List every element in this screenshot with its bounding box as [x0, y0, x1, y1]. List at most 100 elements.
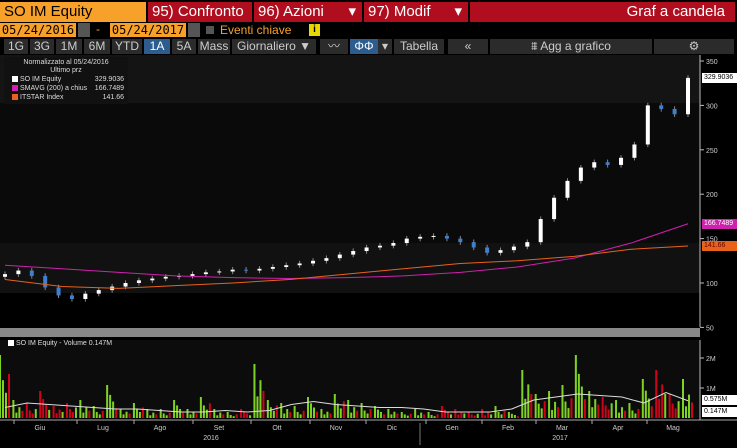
chart-legend: Normalizzato al 05/24/2016 Ultimo prz SO…	[4, 57, 128, 104]
volume-bar	[473, 415, 476, 418]
volume-bar	[497, 412, 500, 418]
legend-label: ITSTAR Index	[20, 94, 64, 101]
volume-bar	[186, 409, 189, 418]
volume-bar	[95, 412, 98, 418]
table-button[interactable]: Tabella	[394, 39, 444, 54]
volume-bar	[310, 403, 313, 418]
period-1a[interactable]: 1A	[144, 39, 170, 54]
info-icon[interactable]: i	[309, 24, 320, 36]
candle	[270, 267, 275, 269]
candle	[43, 275, 48, 288]
candle-chart-icon[interactable]: ΦΦ	[350, 39, 378, 54]
compare-menu[interactable]: 95) Confronto	[148, 2, 252, 22]
start-date-input[interactable]: 05/24/2016	[0, 23, 76, 37]
period-5a[interactable]: 5A	[172, 39, 196, 54]
volume-bar	[350, 412, 353, 418]
volume-bar	[12, 400, 15, 418]
volume-bar	[45, 404, 48, 418]
volume-bar	[446, 412, 449, 418]
volume-bar	[307, 397, 310, 418]
volume-bar	[637, 409, 640, 418]
volume-bar	[490, 414, 493, 418]
candle	[351, 251, 356, 255]
volume-bar	[42, 399, 45, 418]
legend-item-equity[interactable]: SO IM Equity 329.9036	[12, 76, 128, 84]
candle	[56, 287, 61, 296]
volume-bar	[664, 394, 667, 418]
period-6m[interactable]: 6M	[84, 39, 110, 54]
volume-bar	[289, 412, 292, 418]
volume-legend-label: SO IM Equity - Volume	[16, 340, 87, 347]
volume-bar	[551, 409, 554, 418]
edit-menu[interactable]: 97) Modif ▾	[364, 2, 468, 22]
calendar-icon[interactable]	[78, 23, 90, 37]
end-date-input[interactable]: 05/24/2017	[110, 23, 186, 37]
panel-divider[interactable]	[0, 328, 700, 337]
ticker-field[interactable]: SO IM Equity	[0, 2, 146, 22]
date-separator: -	[96, 22, 100, 36]
month-label: Apr	[613, 425, 625, 432]
actions-menu[interactable]: 96) Azioni ▾	[254, 2, 362, 22]
chart-area[interactable]: 350300250200150100502M1MGiuLugAgoSetOttN…	[0, 55, 737, 448]
legend-item-index[interactable]: ITSTAR Index 141.66	[12, 94, 128, 102]
volume-bar	[540, 408, 543, 418]
volume-bar	[548, 391, 551, 418]
period-ytd[interactable]: YTD	[112, 39, 142, 54]
candle	[485, 247, 490, 253]
month-label: Set	[214, 425, 225, 432]
volume-bar	[691, 402, 693, 418]
sma-label: 166.7489	[702, 219, 737, 229]
events-checkbox[interactable]	[206, 26, 214, 34]
volume-bar	[604, 405, 607, 418]
y-tick-label: 250	[706, 148, 718, 155]
volume-bar	[393, 411, 396, 418]
line-chart-icon[interactable]: 〰	[320, 39, 348, 54]
add-to-chart-button[interactable]: ⩩ Agg a grafico	[490, 39, 652, 54]
volume-bar	[557, 407, 560, 418]
candle	[578, 167, 583, 181]
volume-bar	[152, 412, 155, 418]
volume-bar	[580, 386, 583, 418]
volume-bar	[460, 411, 463, 418]
volume-legend-value: 0.147M	[88, 340, 113, 347]
volume-bar	[162, 413, 165, 418]
candle	[217, 271, 222, 273]
candle	[565, 180, 570, 198]
period-3g[interactable]: 3G	[30, 39, 54, 54]
vol-tick-label: 1M	[706, 386, 716, 393]
volume-bar	[55, 413, 58, 418]
volume-bar	[98, 414, 101, 418]
legend-item-sma[interactable]: SMAVG (200) a chius 166.7489	[12, 85, 128, 93]
chevron-down-icon[interactable]: ▾	[378, 39, 392, 54]
volume-bar	[119, 409, 122, 418]
volume-bar	[25, 403, 28, 418]
candle	[69, 295, 74, 299]
volume-bar	[360, 403, 363, 418]
period-1m[interactable]: 1M	[56, 39, 82, 54]
volume-bar	[618, 412, 621, 418]
swatch	[12, 85, 18, 92]
collapse-button[interactable]: «	[448, 39, 488, 54]
volume-bar	[240, 409, 243, 418]
settings-gear-icon[interactable]: ⚙	[654, 39, 734, 54]
volume-bar	[213, 409, 216, 418]
volume-bar	[28, 410, 31, 418]
period-max[interactable]: Mass	[198, 39, 230, 54]
frequency-dropdown[interactable]: Giornaliero ▼	[232, 39, 316, 54]
volume-bar	[88, 410, 91, 418]
volume-bar	[574, 355, 577, 418]
volume-bar	[610, 403, 613, 418]
volume-bar	[369, 409, 372, 418]
volume-bar	[71, 412, 74, 418]
volume-bar	[155, 414, 158, 418]
volume-bar	[463, 413, 466, 418]
volume-bar	[85, 407, 88, 418]
volume-bar	[454, 409, 457, 418]
period-1g[interactable]: 1G	[4, 39, 28, 54]
calendar-icon[interactable]	[188, 23, 200, 37]
volume-bar	[316, 411, 319, 418]
candle	[136, 280, 141, 283]
actions-label: 96) Azioni	[258, 3, 324, 20]
volume-bar	[347, 400, 350, 418]
volume-bar	[597, 404, 600, 418]
